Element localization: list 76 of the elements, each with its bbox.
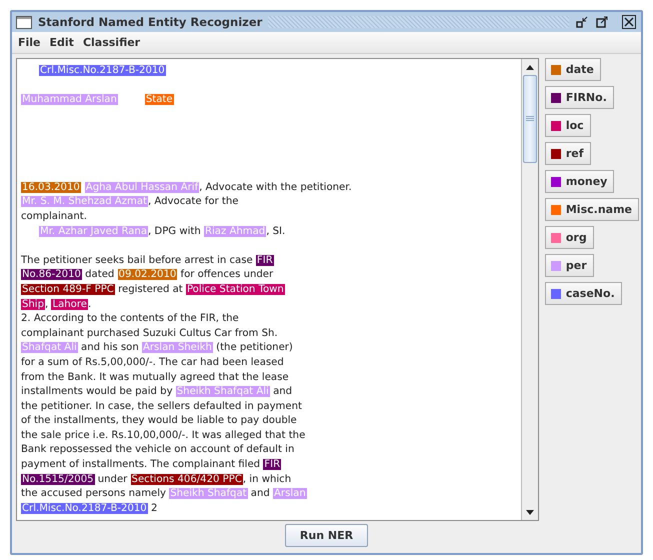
entity-highlight: 16.03.2010 (21, 182, 81, 193)
entity-tag-button[interactable]: ref (544, 142, 591, 165)
document-text: and (272, 386, 292, 398)
scrollbar[interactable] (520, 59, 538, 520)
document-text: installments would be paid by (21, 386, 174, 398)
document-text: , Advocate with the petitioner. (199, 182, 352, 193)
entity-highlight: Lahore (51, 298, 88, 310)
document-text: and (250, 488, 271, 500)
document-text: 2 (150, 502, 158, 514)
entity-tag-button[interactable]: caseNo. (544, 282, 622, 305)
document-text: , Advocate for the (148, 196, 238, 208)
entity-highlight: Mr. S. M. Shehzad Azmat (21, 196, 148, 208)
window-icon (16, 16, 32, 28)
document-text: payment of installments. The complainant filed (21, 459, 262, 470)
entity-tag-button[interactable]: money (544, 170, 614, 193)
document-text: 2. According to the contents of the FIR, the (21, 313, 239, 324)
document-text: The petitioner seeks bail before arrest in case (21, 254, 254, 266)
entity-tag-button[interactable]: FIRNo. (544, 86, 614, 109)
menu-item[interactable]: File (14, 35, 45, 50)
document-text: under (96, 474, 128, 485)
document-text: (the petitioner) (215, 342, 293, 354)
entity-highlight: No.86-2010 (21, 269, 82, 280)
text-pane[interactable] (16, 58, 539, 521)
entity-tag-button[interactable]: date (544, 58, 601, 81)
document-text: , (45, 298, 50, 310)
close-icon[interactable] (621, 15, 637, 29)
document-text: complainant. (21, 210, 87, 222)
entity-highlight: Police Station Town (186, 284, 285, 295)
entity-highlight: State (144, 94, 174, 106)
menu-item[interactable]: Edit (46, 35, 78, 50)
entity-tag-button[interactable]: loc (544, 114, 591, 137)
entity-highlight: Shafqat Ali (21, 342, 78, 354)
entity-highlight: Riaz Ahmad (204, 226, 266, 237)
document-text: , SI. (266, 226, 286, 237)
entity-highlight: 09.02.2010 (118, 269, 178, 280)
document-text: the accused persons namely (21, 488, 168, 500)
entity-tag-button[interactable]: Misc.name (544, 198, 639, 221)
run-ner-button[interactable]: Run NER (284, 524, 368, 547)
document-text: from the Bank. It was mutually agreed that the lease (21, 372, 289, 382)
document-text: , in which (242, 474, 292, 485)
document-text: complainant purchased Suzuki Cultus Car from Sh. (21, 328, 278, 339)
document-text: and his son (80, 342, 140, 354)
document-text: , DPG with (148, 226, 202, 237)
document-text: the petitioner. In case, the sellers defaulted in payment (21, 400, 302, 412)
entity-highlight: Sheikh Shafqat (169, 488, 248, 500)
entity-highlight: Sections 406/420 PPC (130, 474, 243, 485)
entity-highlight: Sheikh Shafqat Ali (176, 386, 270, 398)
entity-highlight: Crl.Misc.No.2187-B-2010 (21, 502, 148, 514)
scroll-thumb[interactable] (522, 75, 537, 163)
document-text: . (88, 298, 92, 310)
scroll-down-icon[interactable] (526, 510, 534, 514)
document-text: dated (84, 269, 116, 280)
entity-highlight: Arslan (273, 488, 307, 500)
entity-highlight: Agha Abul Hassan Arif (84, 182, 200, 193)
scroll-up-icon[interactable] (526, 64, 534, 70)
entity-highlight: No.1515/2005 (21, 474, 95, 485)
entity-highlight: Arslan Sheikh (142, 342, 213, 354)
document-text: for offences under (180, 269, 274, 280)
entity-highlight: Crl.Misc.No.2187-B-2010 (39, 65, 166, 76)
maximize-icon[interactable] (595, 15, 609, 29)
entity-highlight: Ship (21, 298, 46, 310)
entity-highlight: FIR (263, 459, 282, 470)
window-title: Stanford Named Entity Recognizer (38, 15, 262, 29)
entity-highlight: Mr. Azhar Javed Rana (39, 226, 148, 237)
document-text: of the installments, they would be liable to pay double (21, 415, 297, 426)
entity-tag-button[interactable]: org (544, 226, 594, 249)
minimize-icon[interactable] (575, 15, 589, 29)
document-text: the sale price i.e. Rs.10,00,000/-. It was alleged that the (21, 430, 306, 441)
entity-tag-button[interactable]: per (544, 254, 594, 277)
document-text: for a sum of Rs.5,00,000/-. The car had been leased (21, 356, 284, 368)
menu-item[interactable]: Classifier (78, 35, 144, 50)
document-text: Bank repossessed the vehicle on account of default in (21, 444, 294, 456)
entity-highlight: Muhammad Arslan (21, 94, 118, 106)
entity-highlight: FIR (256, 254, 274, 266)
entity-highlight: Section 489-F PPC (21, 284, 115, 295)
document-text: registered at (117, 284, 184, 295)
